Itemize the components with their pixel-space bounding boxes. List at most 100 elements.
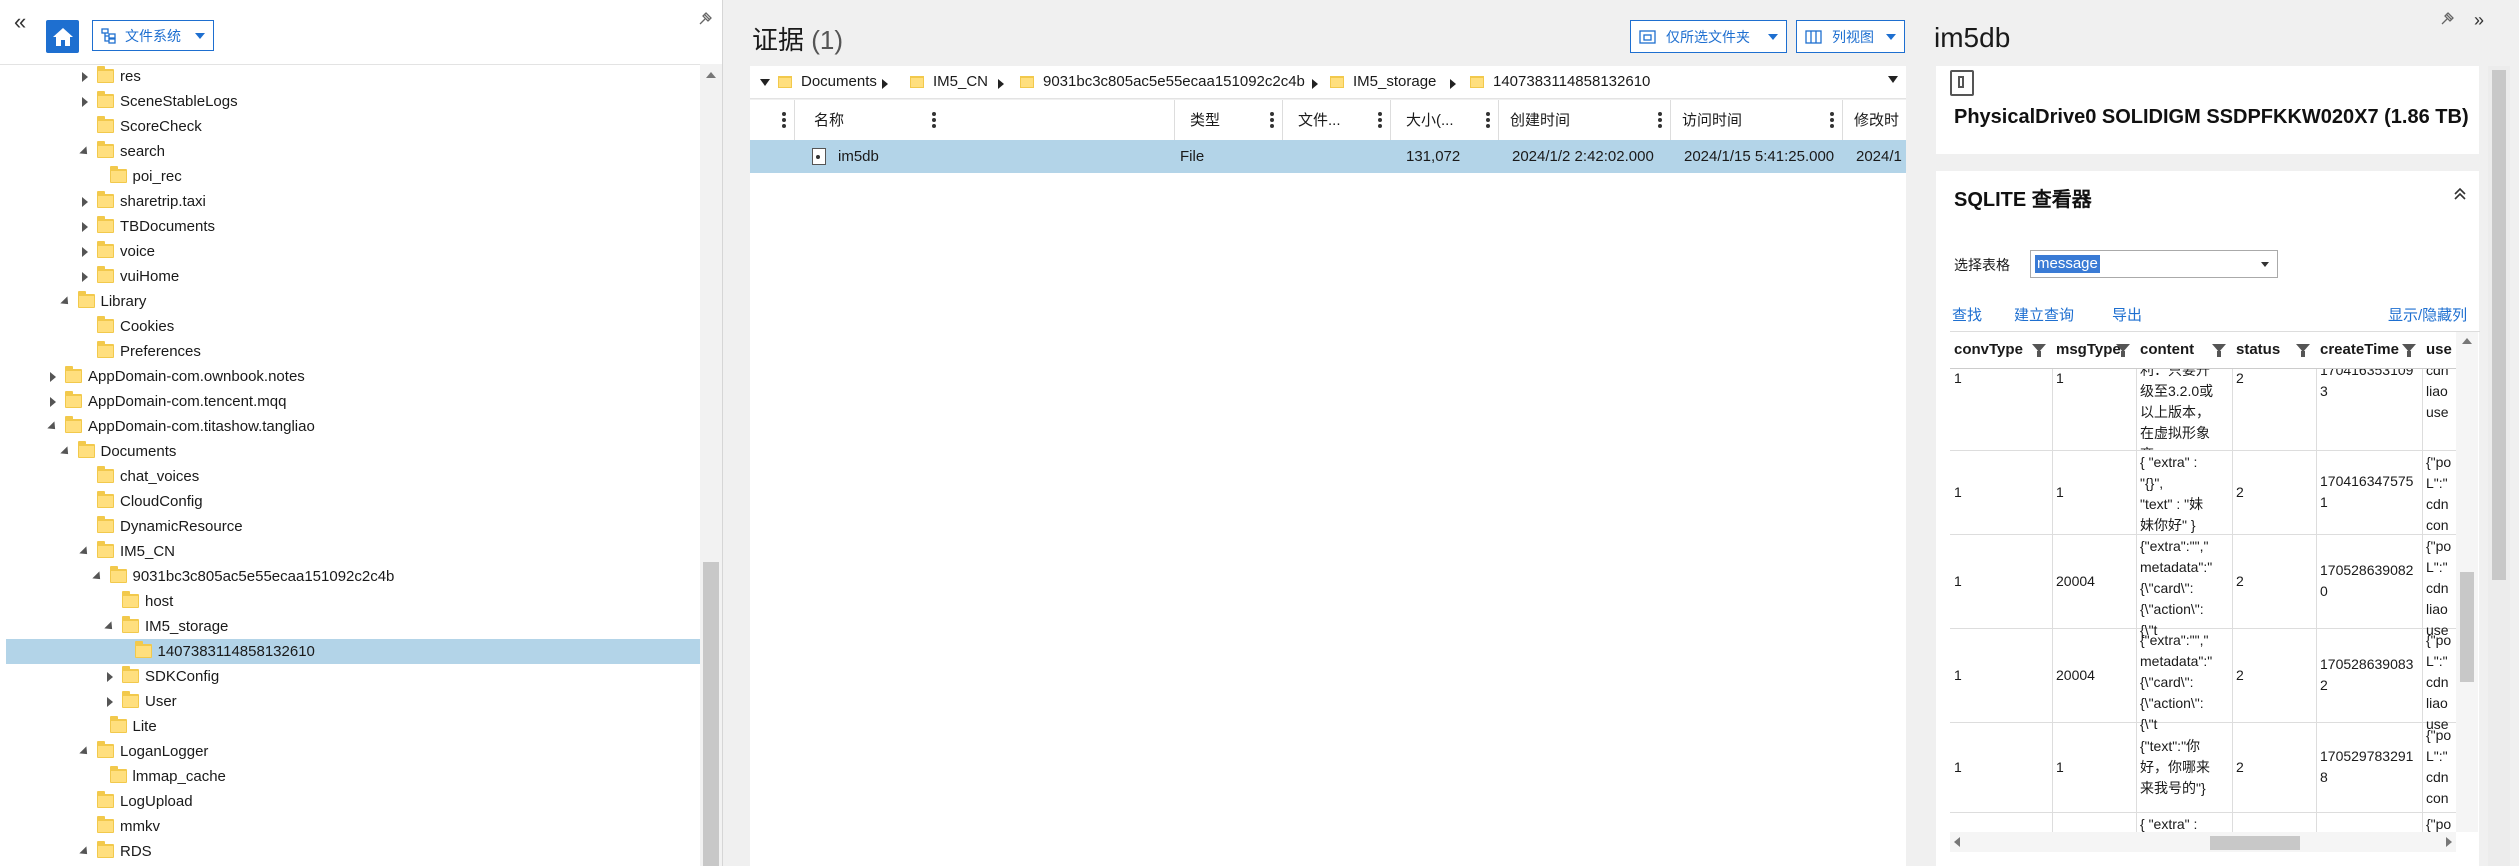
column-header-file[interactable]: 文件... xyxy=(1282,100,1390,140)
collapsed-arrow-icon[interactable] xyxy=(104,689,116,714)
tree-item[interactable]: chat_voices xyxy=(6,464,700,489)
close-panel-icon[interactable]: » xyxy=(2474,11,2492,30)
scrollbar-thumb[interactable] xyxy=(2460,572,2474,682)
kebab-icon[interactable] xyxy=(1486,112,1490,128)
breadcrumb-item[interactable]: 9031bc3c805ac5e55ecaa151092c2c4b xyxy=(1020,71,1305,93)
kebab-icon[interactable] xyxy=(1830,112,1834,128)
breadcrumb-item[interactable]: IM5_storage xyxy=(1330,71,1436,93)
collapsed-arrow-icon[interactable] xyxy=(79,89,91,114)
tree-item[interactable]: ScoreCheck xyxy=(6,114,700,139)
tree-item[interactable]: search xyxy=(6,139,700,164)
pin-icon[interactable] xyxy=(696,10,714,28)
collapsed-arrow-icon[interactable] xyxy=(79,64,91,89)
kebab-icon[interactable] xyxy=(932,112,936,128)
tree-item[interactable]: CloudConfig xyxy=(6,489,700,514)
breadcrumb-expand-icon[interactable] xyxy=(760,79,770,86)
kebab-icon[interactable] xyxy=(1658,112,1662,128)
tree-item[interactable]: AppDomain-com.titashow.tangliao xyxy=(6,414,700,439)
collapse-up-icon[interactable] xyxy=(2451,185,2469,203)
tree-item[interactable]: RDS xyxy=(6,839,700,864)
tree-item[interactable]: Library xyxy=(6,289,700,314)
tree-item[interactable]: SceneStableLogs xyxy=(6,89,700,114)
breadcrumb-history-icon[interactable] xyxy=(1888,76,1898,83)
tree-item[interactable]: res xyxy=(6,64,700,89)
collapsed-arrow-icon[interactable] xyxy=(79,264,91,289)
tree-item[interactable]: mmkv xyxy=(6,814,700,839)
tree-item[interactable]: 1407383114858132610 xyxy=(6,639,700,664)
row-options-menu[interactable] xyxy=(750,100,794,140)
scroll-right-icon[interactable] xyxy=(2446,837,2452,847)
filter-icon[interactable] xyxy=(2032,344,2046,357)
collapsed-arrow-icon[interactable] xyxy=(47,389,59,414)
column-header-msgtype[interactable]: msgType xyxy=(2052,332,2136,368)
collapsed-arrow-icon[interactable] xyxy=(104,664,116,689)
detail-scrollbar[interactable] xyxy=(2488,66,2510,866)
collapsed-arrow-icon[interactable] xyxy=(79,189,91,214)
show-hide-columns-link[interactable]: 显示/隐藏列 xyxy=(2388,304,2467,325)
list-view-button[interactable]: 列视图 xyxy=(1796,20,1905,53)
expanded-arrow-icon[interactable] xyxy=(79,539,91,564)
export-link[interactable]: 导出 xyxy=(2112,304,2142,325)
breadcrumb-item[interactable]: 1407383114858132610 xyxy=(1470,71,1650,93)
breadcrumb-item[interactable]: IM5_CN xyxy=(910,71,988,93)
tree-item[interactable]: AppDomain-com.ownbook.notes xyxy=(6,364,700,389)
scroll-left-icon[interactable] xyxy=(1954,837,1960,847)
collapsed-arrow-icon[interactable] xyxy=(79,214,91,239)
tree-item[interactable]: LogUpload xyxy=(6,789,700,814)
tree-item[interactable]: LoganLogger xyxy=(6,739,700,764)
column-header-accessed[interactable]: 访问时间 xyxy=(1670,100,1842,140)
scrollbar-thumb[interactable] xyxy=(2492,70,2506,580)
scrollbar-thumb[interactable] xyxy=(2210,836,2300,850)
only-selected-folder-button[interactable]: 仅所选文件夹 xyxy=(1630,20,1787,53)
tree-item[interactable]: IM5_storage xyxy=(6,614,700,639)
kebab-icon[interactable] xyxy=(1378,112,1382,128)
expanded-arrow-icon[interactable] xyxy=(79,139,91,164)
collapsed-arrow-icon[interactable] xyxy=(79,239,91,264)
column-header-type[interactable]: 类型 xyxy=(1174,100,1282,140)
filter-icon[interactable] xyxy=(2402,344,2416,357)
tree-scrollbar[interactable] xyxy=(700,64,722,866)
tree-item[interactable]: IM5_CN xyxy=(6,539,700,564)
expanded-arrow-icon[interactable] xyxy=(79,839,91,864)
tree-item[interactable]: host xyxy=(6,589,700,614)
create-query-link[interactable]: 建立查询 xyxy=(2014,304,2074,325)
tree-item[interactable]: AppDomain-com.tencent.mqq xyxy=(6,389,700,414)
filter-icon[interactable] xyxy=(2116,344,2130,357)
column-header-convtype[interactable]: convType xyxy=(1950,332,2052,368)
column-header-createtime[interactable]: createTime xyxy=(2316,332,2422,368)
column-header-content[interactable]: content xyxy=(2136,332,2232,368)
expanded-arrow-icon[interactable] xyxy=(60,439,72,464)
kebab-icon[interactable] xyxy=(1270,112,1274,128)
column-header-status[interactable]: status xyxy=(2232,332,2316,368)
tree-item[interactable]: sharetrip.taxi xyxy=(6,189,700,214)
column-header-use[interactable]: use xyxy=(2422,332,2456,368)
sqlite-vertical-scrollbar[interactable] xyxy=(2456,332,2478,832)
expanded-arrow-icon[interactable] xyxy=(92,564,104,589)
scrollbar-thumb[interactable] xyxy=(703,562,719,866)
find-link[interactable]: 查找 xyxy=(1952,304,1982,325)
breadcrumb-item[interactable]: Documents xyxy=(778,71,877,93)
filter-icon[interactable] xyxy=(2296,344,2310,357)
column-header-created[interactable]: 创建时间 xyxy=(1498,100,1670,140)
scroll-up-icon[interactable] xyxy=(706,72,716,78)
expanded-arrow-icon[interactable] xyxy=(104,614,116,639)
column-header-modified[interactable]: 修改时 xyxy=(1842,100,1906,140)
tree-item[interactable]: lmmap_cache xyxy=(6,764,700,789)
collapsed-arrow-icon[interactable] xyxy=(47,364,59,389)
expanded-arrow-icon[interactable] xyxy=(79,739,91,764)
filter-icon[interactable] xyxy=(2212,344,2226,357)
scroll-up-icon[interactable] xyxy=(2462,338,2472,344)
column-header-name[interactable]: 名称 xyxy=(794,100,944,140)
tree-item[interactable]: TBDocuments xyxy=(6,214,700,239)
tree-item[interactable]: vuiHome xyxy=(6,264,700,289)
tree-item[interactable]: User xyxy=(6,689,700,714)
column-header-size[interactable]: 大小(... xyxy=(1390,100,1498,140)
pin-icon[interactable] xyxy=(2438,10,2456,28)
tree-item[interactable]: DynamicResource xyxy=(6,514,700,539)
tree-item[interactable]: SDKConfig xyxy=(6,664,700,689)
sqlite-horizontal-scrollbar[interactable] xyxy=(1950,832,2456,852)
tree-item[interactable]: poi_rec xyxy=(6,164,700,189)
tree-item[interactable]: 9031bc3c805ac5e55ecaa151092c2c4b xyxy=(6,564,700,589)
tree-item[interactable]: Cookies xyxy=(6,314,700,339)
table-row[interactable]: im5db File 131,072 2024/1/2 2:42:02.000 … xyxy=(750,140,1906,173)
